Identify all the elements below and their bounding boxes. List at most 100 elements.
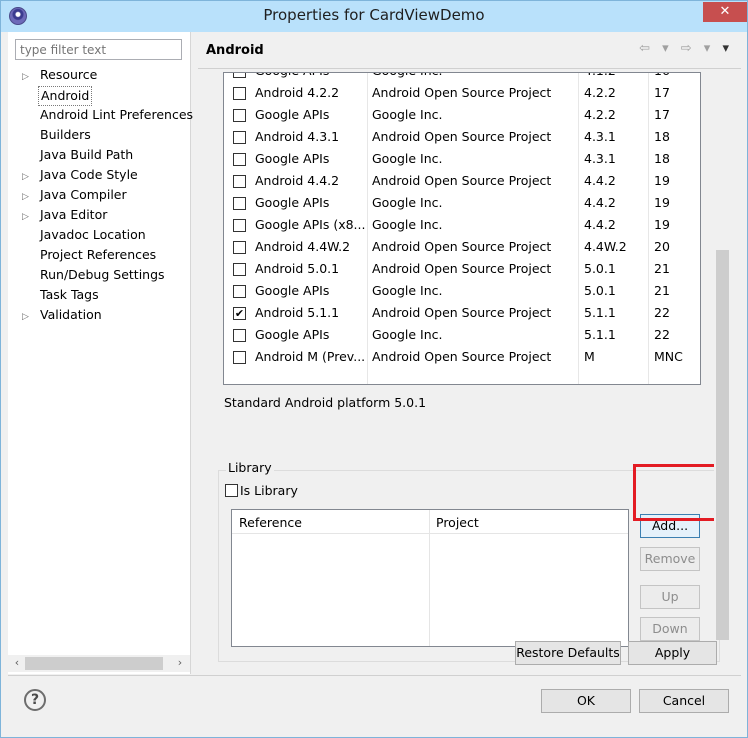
target-api-cell: 21: [654, 283, 670, 298]
page-title: Android: [206, 43, 264, 58]
help-icon[interactable]: ?: [24, 689, 46, 711]
title-bar[interactable]: Properties for CardViewDemo ✕: [1, 1, 747, 32]
tree-item[interactable]: Run/Debug Settings: [22, 266, 167, 284]
table-row[interactable]: Google APIs Google Inc. 4.1.2 16: [224, 73, 700, 82]
target-platform-cell: M: [584, 349, 595, 364]
page-vertical-scrollbar[interactable]: [714, 72, 731, 640]
table-row[interactable]: Google APIs (x8... Google Inc. 4.4.2 19: [224, 214, 700, 236]
tree-item[interactable]: ▷ Java Compiler: [22, 186, 129, 204]
target-name-cell: Google APIs: [255, 73, 365, 82]
cancel-button[interactable]: Cancel: [639, 689, 729, 713]
expand-arrow-icon[interactable]: ▷: [22, 188, 38, 206]
project-column-header[interactable]: Project: [436, 515, 479, 530]
tree-item-label: Javadoc Location: [40, 227, 146, 242]
target-name-cell: Android M (Prev...: [255, 349, 365, 364]
table-row[interactable]: Google APIs Google Inc. 5.0.1 21: [224, 280, 700, 302]
target-api-cell: 20: [654, 239, 670, 254]
tree-item[interactable]: Project References: [22, 246, 158, 264]
tree-item-label: Run/Debug Settings: [40, 267, 165, 282]
table-row[interactable]: Android 4.3.1 Android Open Source Project…: [224, 126, 700, 148]
target-api-cell: 22: [654, 327, 670, 342]
library-group-label: Library: [226, 460, 274, 475]
library-reference-table[interactable]: Reference Project: [231, 509, 629, 647]
view-menu-icon[interactable]: ▾: [722, 41, 733, 56]
tree-item[interactable]: Android Lint Preferences: [22, 106, 195, 124]
checkbox-icon[interactable]: [233, 73, 246, 78]
tree-item[interactable]: Java Build Path: [22, 146, 135, 164]
restore-defaults-button[interactable]: Restore Defaults: [515, 641, 621, 665]
tree-item-label: Java Code Style: [40, 167, 138, 182]
tree-horizontal-scrollbar[interactable]: ‹ ›: [8, 655, 190, 672]
tree-item[interactable]: Javadoc Location: [22, 226, 148, 244]
tree-item[interactable]: ▷ Resource: [22, 66, 99, 84]
page-header: Android ⇦ ▾ ⇨ ▾ ▾: [198, 32, 741, 68]
table-row[interactable]: Android 5.0.1 Android Open Source Project…: [224, 258, 700, 280]
table-row[interactable]: Android 4.4W.2 Android Open Source Projec…: [224, 236, 700, 258]
checkbox-icon[interactable]: [233, 241, 246, 254]
tree-item[interactable]: ▷ Java Editor: [22, 206, 109, 224]
target-platform-cell: 4.4.2: [584, 195, 616, 210]
table-row[interactable]: Google APIs Google Inc. 5.1.1 22: [224, 324, 700, 346]
table-row[interactable]: Google APIs Google Inc. 4.2.2 17: [224, 104, 700, 126]
checkbox-icon[interactable]: [233, 263, 246, 276]
tree-item[interactable]: Task Tags: [22, 286, 101, 304]
build-target-table[interactable]: Google APIsGoogle Inc.4.1.216Android 4.2…: [223, 72, 701, 385]
expand-arrow-icon[interactable]: ▷: [22, 168, 38, 186]
move-down-button[interactable]: Down: [640, 617, 700, 641]
is-library-checkbox[interactable]: Is Library: [225, 483, 298, 498]
expand-arrow-icon[interactable]: ▷: [22, 68, 38, 86]
scroll-thumb[interactable]: [25, 657, 163, 670]
table-row[interactable]: ✔ Android 5.1.1 Android Open Source Projec…: [224, 302, 700, 324]
checked-checkbox-icon[interactable]: ✔: [233, 307, 246, 320]
remove-library-button[interactable]: Remove: [640, 547, 700, 571]
tree-item-label: Project References: [40, 247, 157, 262]
scroll-thumb[interactable]: [716, 250, 729, 640]
tree-item[interactable]: Android: [22, 86, 93, 106]
target-api-cell: 18: [654, 151, 670, 166]
table-row[interactable]: Android 4.4.2 Android Open Source Project…: [224, 170, 700, 192]
move-up-button[interactable]: Up: [640, 585, 700, 609]
scroll-right-icon[interactable]: ›: [172, 656, 188, 669]
expand-arrow-icon[interactable]: ▷: [22, 208, 38, 226]
table-row[interactable]: Google APIs Google Inc. 4.3.1 18: [224, 148, 700, 170]
checkbox-icon[interactable]: [233, 351, 246, 364]
forward-arrow-icon[interactable]: ⇨ ▾: [681, 41, 715, 56]
table-row[interactable]: Android 4.2.2 Android Open Source Project…: [224, 82, 700, 104]
expand-arrow-icon[interactable]: ▷: [22, 308, 38, 326]
checkbox-icon[interactable]: [233, 109, 246, 122]
tree-item[interactable]: ▷ Java Code Style: [22, 166, 140, 184]
ok-button[interactable]: OK: [541, 689, 631, 713]
tree-item[interactable]: ▷ Validation: [22, 306, 104, 324]
back-arrow-icon[interactable]: ⇦ ▾: [639, 41, 673, 56]
target-vendor-cell: Android Open Source Project: [372, 85, 552, 100]
table-row[interactable]: Android M (Prev... Android Open Source Pr…: [224, 346, 700, 368]
tree-item-label: Java Editor: [40, 207, 108, 222]
checkbox-icon[interactable]: [233, 285, 246, 298]
apply-button[interactable]: Apply: [628, 641, 717, 665]
target-vendor-cell: Google Inc.: [372, 151, 443, 166]
column-divider: [648, 73, 649, 384]
target-platform-cell: 5.0.1: [584, 283, 616, 298]
checkbox-icon[interactable]: [225, 484, 238, 497]
tree-item[interactable]: Builders: [22, 126, 93, 144]
checkbox-icon[interactable]: [233, 175, 246, 188]
target-api-cell: 18: [654, 129, 670, 144]
checkbox-icon[interactable]: [233, 153, 246, 166]
scroll-left-icon[interactable]: ‹: [9, 656, 25, 669]
close-button[interactable]: ✕: [703, 2, 747, 22]
footer-divider: [8, 675, 741, 676]
checkbox-icon[interactable]: [233, 219, 246, 232]
target-platform-cell: 4.1.2: [584, 73, 644, 82]
checkbox-icon[interactable]: [233, 131, 246, 144]
target-vendor-cell: Android Open Source Project: [372, 239, 552, 254]
checkbox-icon[interactable]: [233, 197, 246, 210]
dialog-client: ▷ResourceAndroidAndroid Lint Preferences…: [8, 32, 741, 732]
reference-column-header[interactable]: Reference: [239, 515, 302, 530]
checkbox-icon[interactable]: [233, 329, 246, 342]
target-platform-cell: 4.4.2: [584, 217, 616, 232]
checkbox-icon[interactable]: [233, 87, 246, 100]
filter-input[interactable]: [15, 39, 182, 60]
table-row[interactable]: Google APIs Google Inc. 4.4.2 19: [224, 192, 700, 214]
target-vendor-cell: Google Inc.: [372, 283, 443, 298]
target-platform-cell: 4.3.1: [584, 129, 616, 144]
